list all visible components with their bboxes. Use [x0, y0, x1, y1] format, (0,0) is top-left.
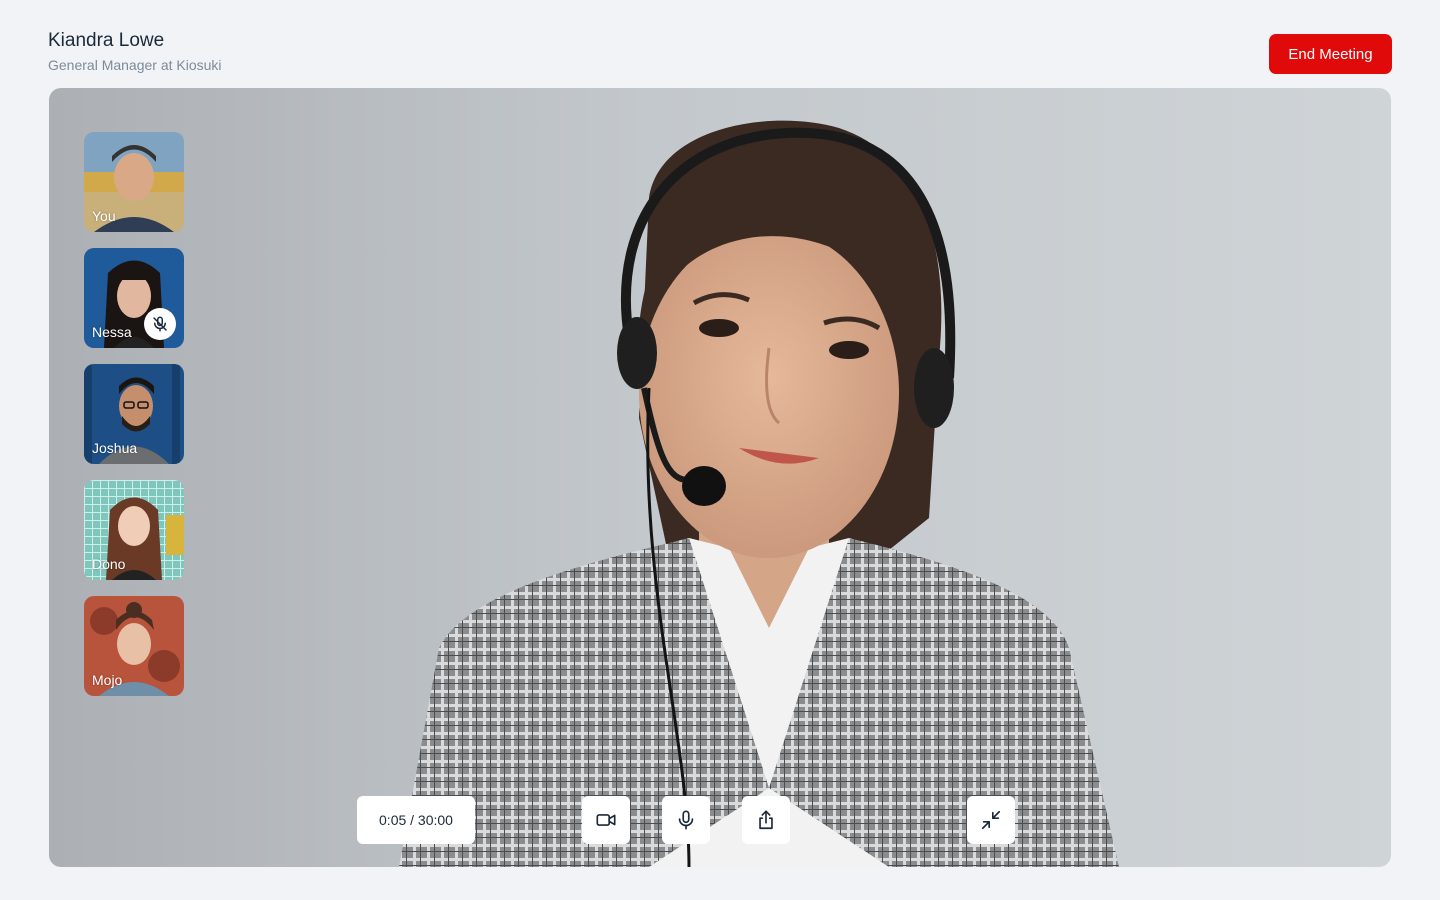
share-icon	[759, 810, 773, 830]
end-meeting-button[interactable]: End Meeting	[1269, 34, 1392, 74]
camera-toggle-button[interactable]	[582, 796, 630, 844]
video-camera-icon	[596, 814, 616, 826]
participant-tile-dono[interactable]: Dono	[84, 480, 184, 580]
microphone-toggle-button[interactable]	[662, 796, 710, 844]
participant-tile-joshua[interactable]: Joshua	[84, 364, 184, 464]
video-stage: You Nessa Joshua Dono Mojo 0:05 / 30:00	[49, 88, 1391, 867]
minimize-view-button[interactable]	[967, 796, 1015, 844]
minimize-icon	[981, 810, 1001, 830]
participant-name: Nessa	[92, 324, 132, 340]
main-speaker-video	[399, 120, 1119, 867]
meeting-header: Kiandra Lowe General Manager at Kiosuki	[48, 30, 222, 73]
meeting-timer: 0:05 / 30:00	[357, 796, 475, 844]
host-role: General Manager at Kiosuki	[48, 57, 222, 73]
mic-muted-icon	[144, 308, 176, 340]
share-screen-button[interactable]	[742, 796, 790, 844]
host-name: Kiandra Lowe	[48, 30, 165, 51]
participant-tile-nessa[interactable]: Nessa	[84, 248, 184, 348]
participant-name: Joshua	[92, 440, 138, 456]
participant-name: You	[92, 208, 116, 224]
participant-name: Mojo	[92, 672, 123, 688]
participant-name: Dono	[92, 556, 126, 572]
participant-tile-you[interactable]: You	[84, 132, 184, 232]
microphone-icon	[678, 810, 694, 830]
participant-tile-mojo[interactable]: Mojo	[84, 596, 184, 696]
